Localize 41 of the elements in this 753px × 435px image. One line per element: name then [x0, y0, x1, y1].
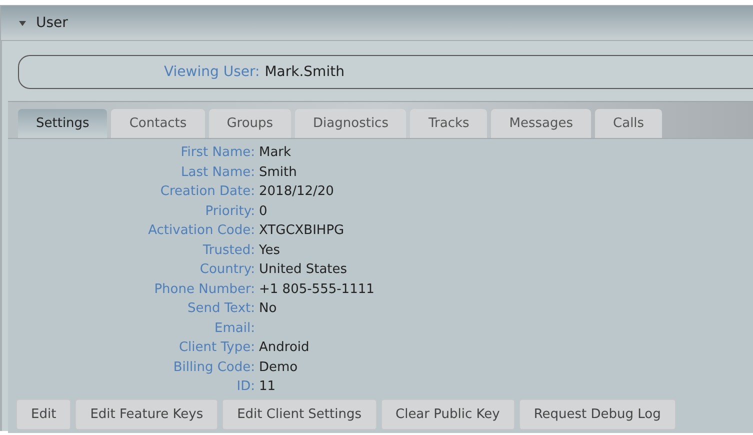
field-value: United States — [259, 261, 348, 279]
field-value: No — [259, 300, 278, 318]
field-value: Mark — [259, 144, 292, 162]
field-label: Creation Date: — [159, 183, 255, 201]
field-label: Activation Code: — [147, 222, 255, 240]
field-value: Demo — [259, 358, 299, 376]
tab[interactable]: Diagnostics — [295, 109, 406, 138]
field-label: First Name: — [180, 144, 255, 162]
tab[interactable]: Messages — [491, 109, 592, 138]
action-button[interactable]: Edit — [16, 398, 72, 430]
action-button[interactable]: Clear Public Key — [380, 398, 515, 430]
field-label: Billing Code: — [172, 358, 255, 376]
field-value: +1 805-555-1111 — [259, 280, 376, 298]
field-label: Last Name: — [180, 164, 255, 182]
field-label: Phone Number: — [153, 280, 255, 298]
field-label: Client Type: — [178, 339, 255, 357]
tab[interactable]: Calls — [595, 109, 662, 138]
panel-header[interactable]: User — [0, 5, 753, 41]
field-label: Email: — [214, 320, 255, 338]
field-value: 2018/12/20 — [259, 183, 335, 201]
viewing-user-label: Viewing User: — [164, 64, 260, 80]
field-value: Android — [259, 339, 310, 357]
viewing-user-value: Mark.Smith — [264, 64, 344, 80]
field-label: Send Text: — [186, 300, 255, 318]
field-value: 0 — [259, 202, 268, 220]
field-label: Trusted: — [202, 242, 255, 260]
tab[interactable]: Groups — [208, 109, 292, 138]
field-label: Country: — [198, 261, 255, 279]
action-button[interactable]: Request Debug Log — [518, 398, 676, 430]
tab[interactable]: Tracks — [410, 109, 488, 138]
action-button[interactable]: Edit Feature Keys — [75, 398, 218, 430]
action-button[interactable]: Edit Client Settings — [222, 398, 376, 430]
field-value: Yes — [259, 242, 281, 260]
tab[interactable]: Contacts — [111, 109, 205, 138]
field-label: ID: — [236, 378, 255, 396]
field-label: Priority: — [204, 202, 255, 220]
panel-title: User — [36, 15, 68, 31]
field-value: XTGCXBIHPG — [259, 222, 346, 240]
field-value: Smith — [259, 164, 298, 182]
tab[interactable]: Settings — [18, 109, 108, 138]
field-value: 11 — [259, 378, 277, 396]
